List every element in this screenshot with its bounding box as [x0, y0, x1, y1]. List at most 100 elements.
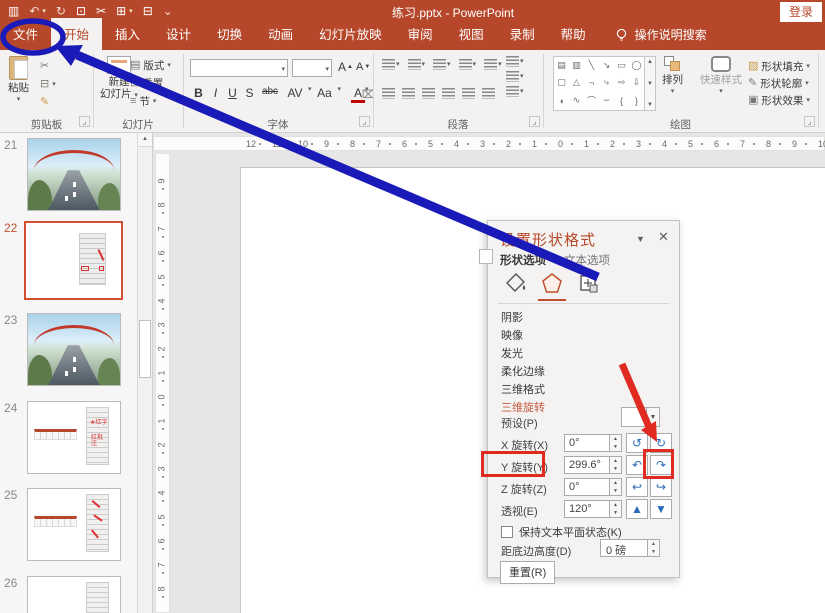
italic-button[interactable]: I — [207, 86, 224, 103]
rotate-left-button-2[interactable]: ↩ — [626, 477, 648, 497]
tab-file[interactable]: 文件 — [0, 18, 51, 50]
slide-thumbnail-22[interactable] — [24, 221, 123, 300]
font-name-combo[interactable] — [190, 59, 288, 77]
justify-button[interactable] — [442, 88, 455, 99]
strikethrough-abc-button[interactable]: abc — [258, 86, 282, 103]
rotation-spinner-3[interactable]: ▲▼ — [610, 500, 622, 518]
preset-dropdown-icon[interactable]: ▼ — [646, 407, 660, 427]
paragraph-dialog-launcher[interactable]: ⌟ — [529, 116, 540, 127]
slide-thumbnail-24[interactable]: ★红字红批注 — [27, 401, 121, 474]
tab-7[interactable]: 审阅 — [395, 18, 446, 50]
pane-section-0[interactable]: 阴影 — [501, 309, 523, 325]
rotate-left-button-0[interactable]: ↺ — [626, 433, 648, 453]
layout-button[interactable]: ▤版式▾ — [130, 58, 171, 73]
shape-oval-icon[interactable]: ◯ — [629, 57, 644, 74]
distance-input[interactable]: 0 磅 — [600, 539, 648, 557]
tab-2[interactable]: 插入 — [102, 18, 153, 50]
rotation-spinner-0[interactable]: ▲▼ — [610, 434, 622, 452]
paste-button[interactable]: 粘贴 ▾ — [8, 56, 29, 103]
section-button[interactable]: ≡节▾ — [130, 94, 156, 109]
shape-right-brace-icon[interactable]: } — [629, 91, 644, 110]
clipboard-dialog-launcher[interactable]: ⌟ — [79, 116, 90, 127]
tab-8[interactable]: 视图 — [446, 18, 497, 50]
shape-effects-button[interactable]: ▣形状效果▾ — [748, 93, 810, 108]
rotate-left-button-3[interactable]: ▲ — [626, 499, 648, 519]
shape-freeform-icon[interactable]: ◖ — [554, 91, 569, 110]
shape-rounded-rectangle-icon[interactable]: ▢ — [554, 74, 569, 91]
tab-6[interactable]: 幻灯片放映 — [306, 18, 395, 50]
redo-icon[interactable]: ↻ — [56, 5, 66, 17]
reset-slide-button[interactable]: ⊞重置 — [130, 76, 163, 91]
pane-tab-shape-options[interactable]: 形状选项 — [500, 252, 546, 268]
shape-elbow-connector-icon[interactable]: ¬ — [584, 74, 599, 91]
font-color-button[interactable]: A — [351, 86, 365, 103]
drawing-dialog-launcher[interactable]: ⌟ — [804, 116, 815, 127]
slide-thumbnail-26[interactable] — [27, 576, 121, 613]
thumbnail-scrollbar-thumb[interactable] — [139, 320, 151, 378]
tab-5[interactable]: 动画 — [255, 18, 306, 50]
shape-left-brace-icon[interactable]: { — [614, 91, 629, 110]
char-spacing-button[interactable]: AV — [282, 86, 308, 103]
arrange-button[interactable]: 排列▾ — [662, 56, 683, 95]
qat-more-icon[interactable]: ⌄ — [163, 5, 173, 17]
shape-elbow-arrow-icon[interactable]: ⤷ — [599, 74, 614, 91]
shape-triangle-icon[interactable]: △ — [569, 74, 584, 91]
shape-line-icon[interactable]: ╲ — [584, 57, 599, 74]
align-center-button[interactable] — [402, 88, 415, 99]
rotate-right-button-1[interactable]: ↷ — [650, 455, 672, 475]
rotation-input-3[interactable]: 120° — [564, 500, 610, 518]
shape-curve-icon[interactable]: ∼ — [599, 91, 614, 110]
new-slide-icon-caret[interactable]: ▾ — [129, 7, 133, 15]
slideshow-icon[interactable]: ⊡ — [76, 5, 86, 17]
shape-outline-button[interactable]: ✎形状轮廓▾ — [748, 76, 809, 91]
rotation-input-0[interactable]: 0° — [564, 434, 610, 452]
quick-styles-button[interactable]: 快速样式▾ — [700, 56, 742, 95]
thumbnail-scrollbar[interactable]: ▲ — [137, 133, 152, 613]
new-slide-icon[interactable]: ⊞ — [116, 5, 126, 17]
pane-section-2[interactable]: 发光 — [501, 345, 523, 361]
rotate-left-button-1[interactable]: ↶ — [626, 455, 648, 475]
strike-button[interactable]: S — [241, 86, 258, 103]
shape-arc-icon[interactable]: ⌒ — [584, 91, 599, 110]
distance-spinner[interactable]: ▲▼ — [648, 539, 660, 557]
shape-right-arrow-icon[interactable]: ⇨ — [614, 74, 629, 91]
bold-button[interactable]: B — [190, 86, 207, 103]
shape-fill-button[interactable]: ▨形状填充▾ — [748, 59, 810, 74]
numbering-button[interactable]: ▾ — [408, 59, 426, 70]
slide-thumbnail-23[interactable] — [27, 313, 121, 386]
tab-1[interactable]: 开始 — [51, 18, 102, 50]
scroll-up-icon[interactable]: ▲ — [138, 133, 152, 147]
tab-9[interactable]: 录制 — [497, 18, 548, 50]
shape-scribble-icon[interactable]: ∿ — [569, 91, 584, 110]
copy-button[interactable]: ⊟▾ — [40, 77, 56, 92]
undo-icon[interactable]: ↶ — [29, 5, 39, 17]
shapes-gallery-scroll[interactable]: ▲▼▼ — [645, 56, 656, 111]
align-left-button[interactable] — [382, 88, 395, 99]
reset-rotation-button[interactable]: 重置(R) — [500, 561, 555, 584]
preset-value-box[interactable] — [621, 407, 647, 427]
rotation-spinner-2[interactable]: ▲▼ — [610, 478, 622, 496]
keep-text-flat-checkbox[interactable] — [501, 526, 513, 538]
pane-options-caret-icon[interactable]: ▼ — [636, 234, 645, 244]
line-spacing-button[interactable]: ▾ — [484, 59, 502, 70]
pane-close-icon[interactable]: ✕ — [658, 229, 669, 245]
change-case-button[interactable]: Aa — [312, 86, 338, 103]
distribute-button[interactable] — [462, 88, 475, 99]
tab-3[interactable]: 设计 — [153, 18, 204, 50]
rotation-spinner-1[interactable]: ▲▼ — [610, 456, 622, 474]
indent-button[interactable]: ▾ — [459, 59, 477, 70]
paste-dropdown-caret[interactable]: ▾ — [17, 96, 21, 103]
outdent-button[interactable]: ▾ — [433, 59, 451, 70]
align-right-button[interactable] — [422, 88, 435, 99]
pane-tab-text-options[interactable]: 文本选项 — [564, 252, 610, 268]
shape-arrow-line-icon[interactable]: ↘ — [599, 57, 614, 74]
shrink-font-button[interactable]: A▼ — [356, 59, 370, 74]
pane-section-3[interactable]: 柔化边缘 — [501, 363, 545, 379]
tab-10[interactable]: 帮助 — [548, 18, 599, 50]
columns-button[interactable] — [482, 88, 495, 99]
shape-down-arrow-icon[interactable]: ⇩ — [629, 74, 644, 91]
sign-in-button[interactable]: 登录 — [780, 2, 822, 22]
text-direction-button[interactable]: ▾ — [506, 56, 524, 67]
tell-me-search[interactable]: 操作说明搜索 — [635, 26, 707, 43]
cut-icon[interactable]: ✂ — [96, 5, 106, 17]
